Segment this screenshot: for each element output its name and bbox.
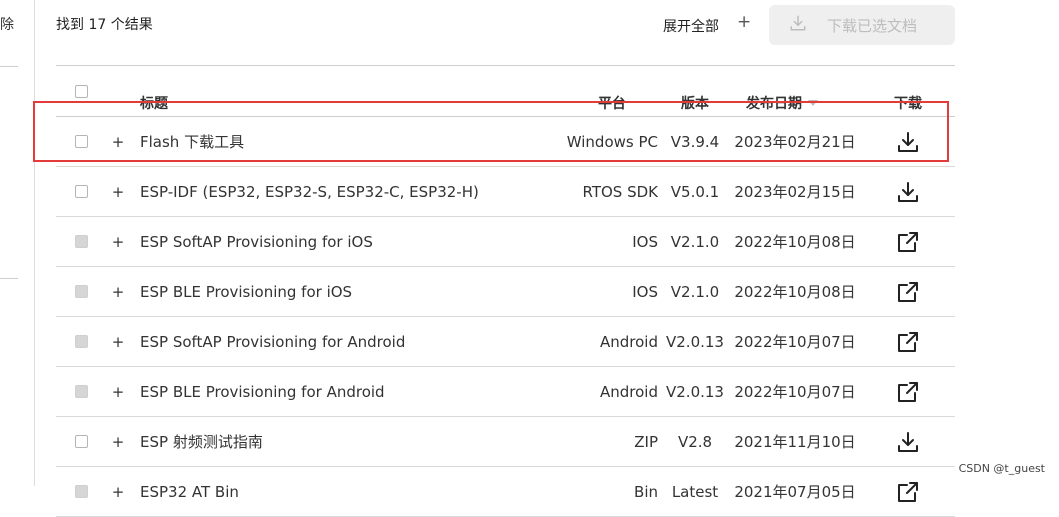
row-platform: RTOS SDK	[582, 182, 659, 201]
table-header: 标题 平台 版本 发布日期 下载	[56, 65, 955, 117]
row-date: 2021年07月05日	[734, 483, 856, 501]
table-row: + ESP BLE Provisioning for iOS IOS V2.1.0 20…	[56, 267, 955, 317]
row-platform: Android	[600, 332, 658, 351]
row-title[interactable]: ESP BLE Provisioning for iOS	[140, 267, 352, 316]
expand-row-icon[interactable]: +	[112, 317, 125, 366]
row-title[interactable]: ESP32 AT Bin	[140, 467, 239, 516]
row-date: 2022年10月07日	[734, 383, 856, 401]
row-version: V5.0.1	[670, 182, 720, 201]
row-platform: IOS	[632, 232, 658, 251]
external-link-icon[interactable]	[886, 267, 930, 316]
row-date: 2023年02月15日	[734, 183, 856, 201]
row-date: 2022年10月08日	[734, 233, 856, 251]
download-icon	[789, 14, 807, 36]
row-platform: Android	[600, 382, 658, 401]
expand-row-icon[interactable]: +	[112, 117, 125, 166]
table-row: + Flash 下载工具 Windows PC V3.9.4 2023年02月21日	[56, 117, 955, 167]
row-title[interactable]: ESP SoftAP Provisioning for iOS	[140, 217, 373, 266]
row-title[interactable]: ESP-IDF (ESP32, ESP32-S, ESP32-C, ESP32-…	[140, 167, 479, 216]
row-version: V2.8	[677, 432, 713, 451]
row-checkbox[interactable]	[74, 167, 88, 216]
row-version: V3.9.4	[670, 132, 720, 151]
row-platform: Windows PC	[566, 132, 658, 151]
external-link-icon[interactable]	[886, 317, 930, 366]
download-icon[interactable]	[886, 417, 930, 466]
download-selected-label: 下载已选文档	[827, 16, 918, 35]
row-platform: ZIP	[634, 432, 658, 451]
row-version: V2.1.0	[670, 232, 720, 251]
row-version: V2.0.13	[666, 382, 724, 401]
table-row: + ESP SoftAP Provisioning for Android Andr…	[56, 317, 955, 367]
external-link-icon[interactable]	[886, 217, 930, 266]
sort-caret-icon[interactable]	[808, 100, 818, 106]
filter-clear-label-fragment[interactable]: 除	[0, 14, 14, 34]
divider	[0, 278, 18, 279]
row-date: 2022年10月08日	[734, 283, 856, 301]
row-platform: IOS	[632, 282, 658, 301]
row-date: 2023年02月21日	[734, 133, 856, 151]
row-version: V2.1.0	[670, 282, 720, 301]
download-icon[interactable]	[886, 117, 930, 166]
row-checkbox[interactable]	[74, 417, 88, 466]
table-row: + ESP32 AT Bin Bin Latest 2021年07月05日	[56, 467, 955, 517]
row-platform: Bin	[634, 482, 658, 501]
expand-row-icon[interactable]: +	[112, 367, 125, 416]
expand-row-icon[interactable]: +	[112, 467, 125, 516]
plus-icon[interactable]: +	[737, 12, 751, 32]
result-count: 找到 17 个结果	[56, 17, 153, 33]
external-link-icon[interactable]	[886, 367, 930, 416]
row-title[interactable]: Flash 下载工具	[140, 117, 244, 166]
select-all-checkbox[interactable]	[74, 66, 88, 116]
expand-row-icon[interactable]: +	[112, 267, 125, 316]
download-selected-button[interactable]: 下载已选文档	[769, 5, 955, 45]
row-version: V2.0.13	[666, 332, 724, 351]
row-checkbox[interactable]	[74, 217, 88, 266]
row-title[interactable]: ESP 射频测试指南	[140, 417, 263, 466]
row-checkbox[interactable]	[74, 267, 88, 316]
row-version: Latest	[671, 482, 719, 501]
row-title[interactable]: ESP SoftAP Provisioning for Android	[140, 317, 405, 366]
external-link-icon[interactable]	[886, 467, 930, 516]
row-date: 2022年10月07日	[734, 333, 856, 351]
row-title[interactable]: ESP BLE Provisioning for Android	[140, 367, 385, 416]
table-row: + ESP-IDF (ESP32, ESP32-S, ESP32-C, ESP32…	[56, 167, 955, 217]
row-checkbox[interactable]	[74, 117, 88, 166]
row-checkbox[interactable]	[74, 317, 88, 366]
expand-all-link[interactable]: 展开全部	[663, 16, 719, 36]
row-checkbox[interactable]	[74, 467, 88, 516]
left-filter-panel: 除	[0, 0, 35, 486]
table-row: + ESP SoftAP Provisioning for iOS IOS V2.1.…	[56, 217, 955, 267]
divider	[0, 66, 18, 67]
table-row: + ESP BLE Provisioning for Android Android…	[56, 367, 955, 417]
table-body: + Flash 下载工具 Windows PC V3.9.4 2023年02月21日 + E…	[56, 117, 955, 517]
row-date: 2021年11月10日	[734, 433, 856, 451]
documents-table: 标题 平台 版本 发布日期 下载 + Flash 下载工具 Windows PC V3…	[56, 65, 955, 517]
watermark: CSDN @t_guest	[958, 462, 1045, 475]
table-row: + ESP 射频测试指南 ZIP V2.8 2021年11月10日	[56, 417, 955, 467]
column-header-date-label: 发布日期	[746, 96, 802, 112]
expand-row-icon[interactable]: +	[112, 417, 125, 466]
expand-row-icon[interactable]: +	[112, 167, 125, 216]
expand-row-icon[interactable]: +	[112, 217, 125, 266]
download-icon[interactable]	[886, 167, 930, 216]
row-checkbox[interactable]	[74, 367, 88, 416]
